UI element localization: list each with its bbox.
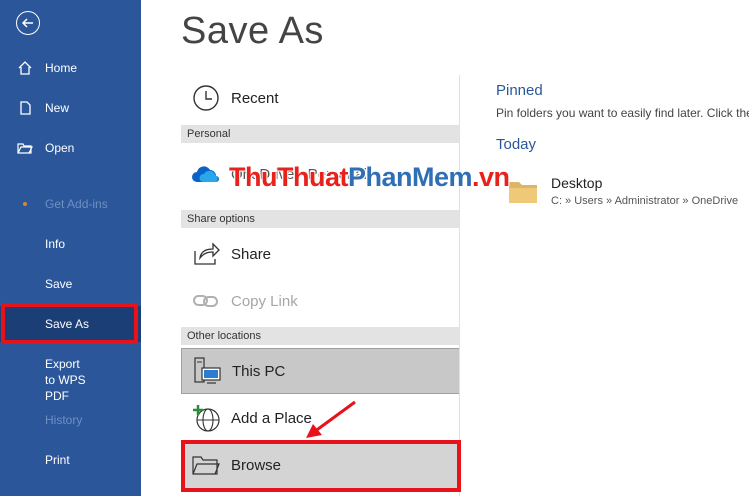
nav-history-label: History	[45, 413, 83, 427]
nav-get-addins[interactable]: Get Add-ins	[0, 186, 141, 222]
location-share[interactable]: Share	[181, 231, 460, 277]
location-copy-link[interactable]: Copy Link	[181, 278, 460, 324]
nav-info[interactable]: Info	[0, 226, 141, 262]
nav-save[interactable]: Save	[0, 266, 141, 302]
folder-path: C: » Users » Administrator » OneDrive	[551, 195, 739, 207]
column-divider	[459, 75, 460, 496]
nav-print[interactable]: Print	[0, 442, 141, 478]
backstage-sidebar: Home New Open Get Add-ins Info Save Save…	[0, 0, 141, 496]
annotation-arrow-icon	[306, 400, 356, 438]
watermark: ThuThuatPhanMem.vn	[229, 162, 510, 193]
section-share-options: Share options	[181, 210, 460, 228]
nav-home-label: Home	[45, 61, 78, 75]
nav-save-label: Save	[45, 277, 73, 291]
nav-export-wps-pdf[interactable]: Export to WPS PDF	[0, 356, 141, 403]
location-this-pc-label: This PC	[232, 362, 286, 380]
location-copy-link-label: Copy Link	[231, 292, 298, 310]
add-globe-icon	[181, 403, 231, 433]
section-personal: Personal	[181, 125, 460, 143]
page-title: Save As	[181, 10, 324, 52]
watermark-part-1: ThuThuat	[229, 162, 348, 192]
open-folder-icon	[0, 140, 45, 156]
nav-open[interactable]: Open	[0, 130, 141, 166]
folder-name: Desktop	[551, 175, 603, 191]
watermark-part-3: .vn	[472, 162, 510, 192]
save-as-highlight	[1, 303, 138, 344]
location-recent-label: Recent	[231, 89, 279, 107]
location-share-label: Share	[231, 245, 272, 263]
nav-info-label: Info	[45, 237, 66, 251]
dot-icon	[0, 202, 45, 206]
share-icon	[181, 241, 231, 267]
location-this-pc[interactable]: This PC	[181, 348, 460, 394]
folder-item-desktop[interactable]: Desktop C: » Users » Administrator » One…	[504, 174, 749, 214]
pinned-description: Pin folders you want to easily find late…	[496, 106, 749, 120]
nav-get-addins-label: Get Add-ins	[45, 197, 108, 211]
section-other-locations: Other locations	[181, 327, 460, 345]
word-backstage: Home New Open Get Add-ins Info Save Save…	[0, 0, 749, 496]
location-recent[interactable]: Recent	[181, 75, 460, 121]
back-button[interactable]	[16, 11, 40, 35]
back-arrow-icon	[21, 18, 33, 28]
nav-open-label: Open	[45, 141, 75, 155]
nav-history[interactable]: History	[0, 402, 141, 438]
browse-highlight	[181, 440, 461, 492]
nav-home[interactable]: Home	[0, 50, 141, 86]
onedrive-cloud-icon	[181, 164, 231, 184]
nav-new[interactable]: New	[0, 90, 141, 126]
nav-print-label: Print	[45, 453, 70, 467]
computer-icon	[182, 356, 232, 386]
pinned-header: Pinned	[496, 82, 543, 99]
nav-new-label: New	[45, 101, 70, 115]
folder-icon	[508, 180, 538, 209]
nav-export-label: Export to WPS PDF	[45, 357, 86, 403]
home-icon	[0, 60, 45, 76]
today-header: Today	[496, 136, 537, 153]
new-doc-icon	[0, 100, 45, 116]
clock-icon	[181, 84, 231, 112]
watermark-part-2: PhanMem	[347, 162, 473, 192]
link-icon	[181, 294, 231, 308]
